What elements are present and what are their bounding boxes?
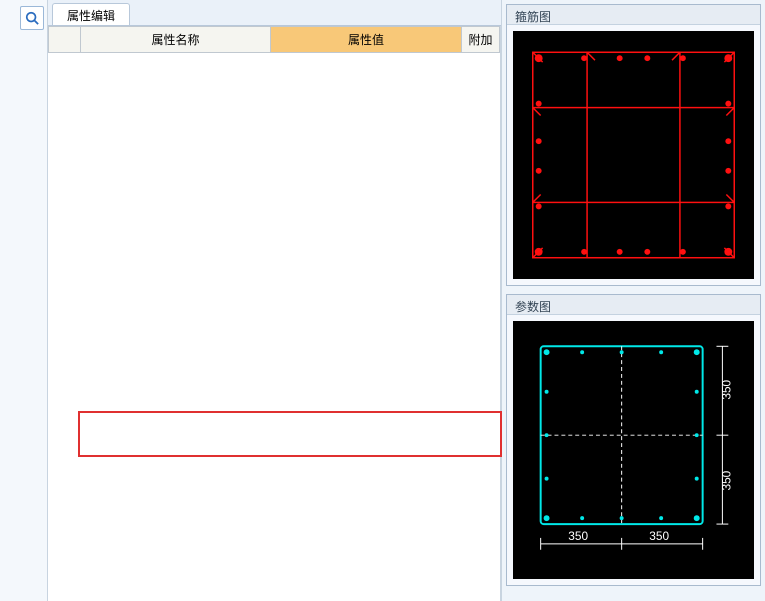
main-panel: 属性编辑 属性名称 属性值 附加 [48, 0, 501, 601]
search-button[interactable] [20, 6, 44, 30]
dim-b2: 350 [649, 529, 669, 543]
property-table: 属性名称 属性值 附加 [48, 26, 500, 53]
col-header-index [49, 27, 81, 53]
param-diagram: 350 350 350 350 [513, 321, 754, 579]
col-header-value: 属性值 [271, 27, 462, 53]
col-header-name: 属性名称 [81, 27, 271, 53]
rebar-panel: 箍筋图 [506, 4, 761, 286]
tab-bar: 属性编辑 [48, 0, 501, 26]
rebar-panel-title: 箍筋图 [507, 5, 760, 25]
param-panel: 参数图 [506, 294, 761, 586]
right-column: 箍筋图 [501, 0, 765, 601]
dim-h2: 350 [719, 470, 733, 490]
dim-h1: 350 [719, 379, 733, 399]
dim-b1: 350 [568, 529, 588, 543]
search-icon [25, 11, 39, 25]
param-panel-title: 参数图 [507, 295, 760, 315]
col-header-extra: 附加 [462, 27, 500, 53]
left-rail [0, 0, 48, 601]
tab-property-edit[interactable]: 属性编辑 [52, 3, 130, 25]
rebar-diagram [513, 31, 754, 279]
property-table-wrap: 属性名称 属性值 附加 [48, 26, 501, 601]
